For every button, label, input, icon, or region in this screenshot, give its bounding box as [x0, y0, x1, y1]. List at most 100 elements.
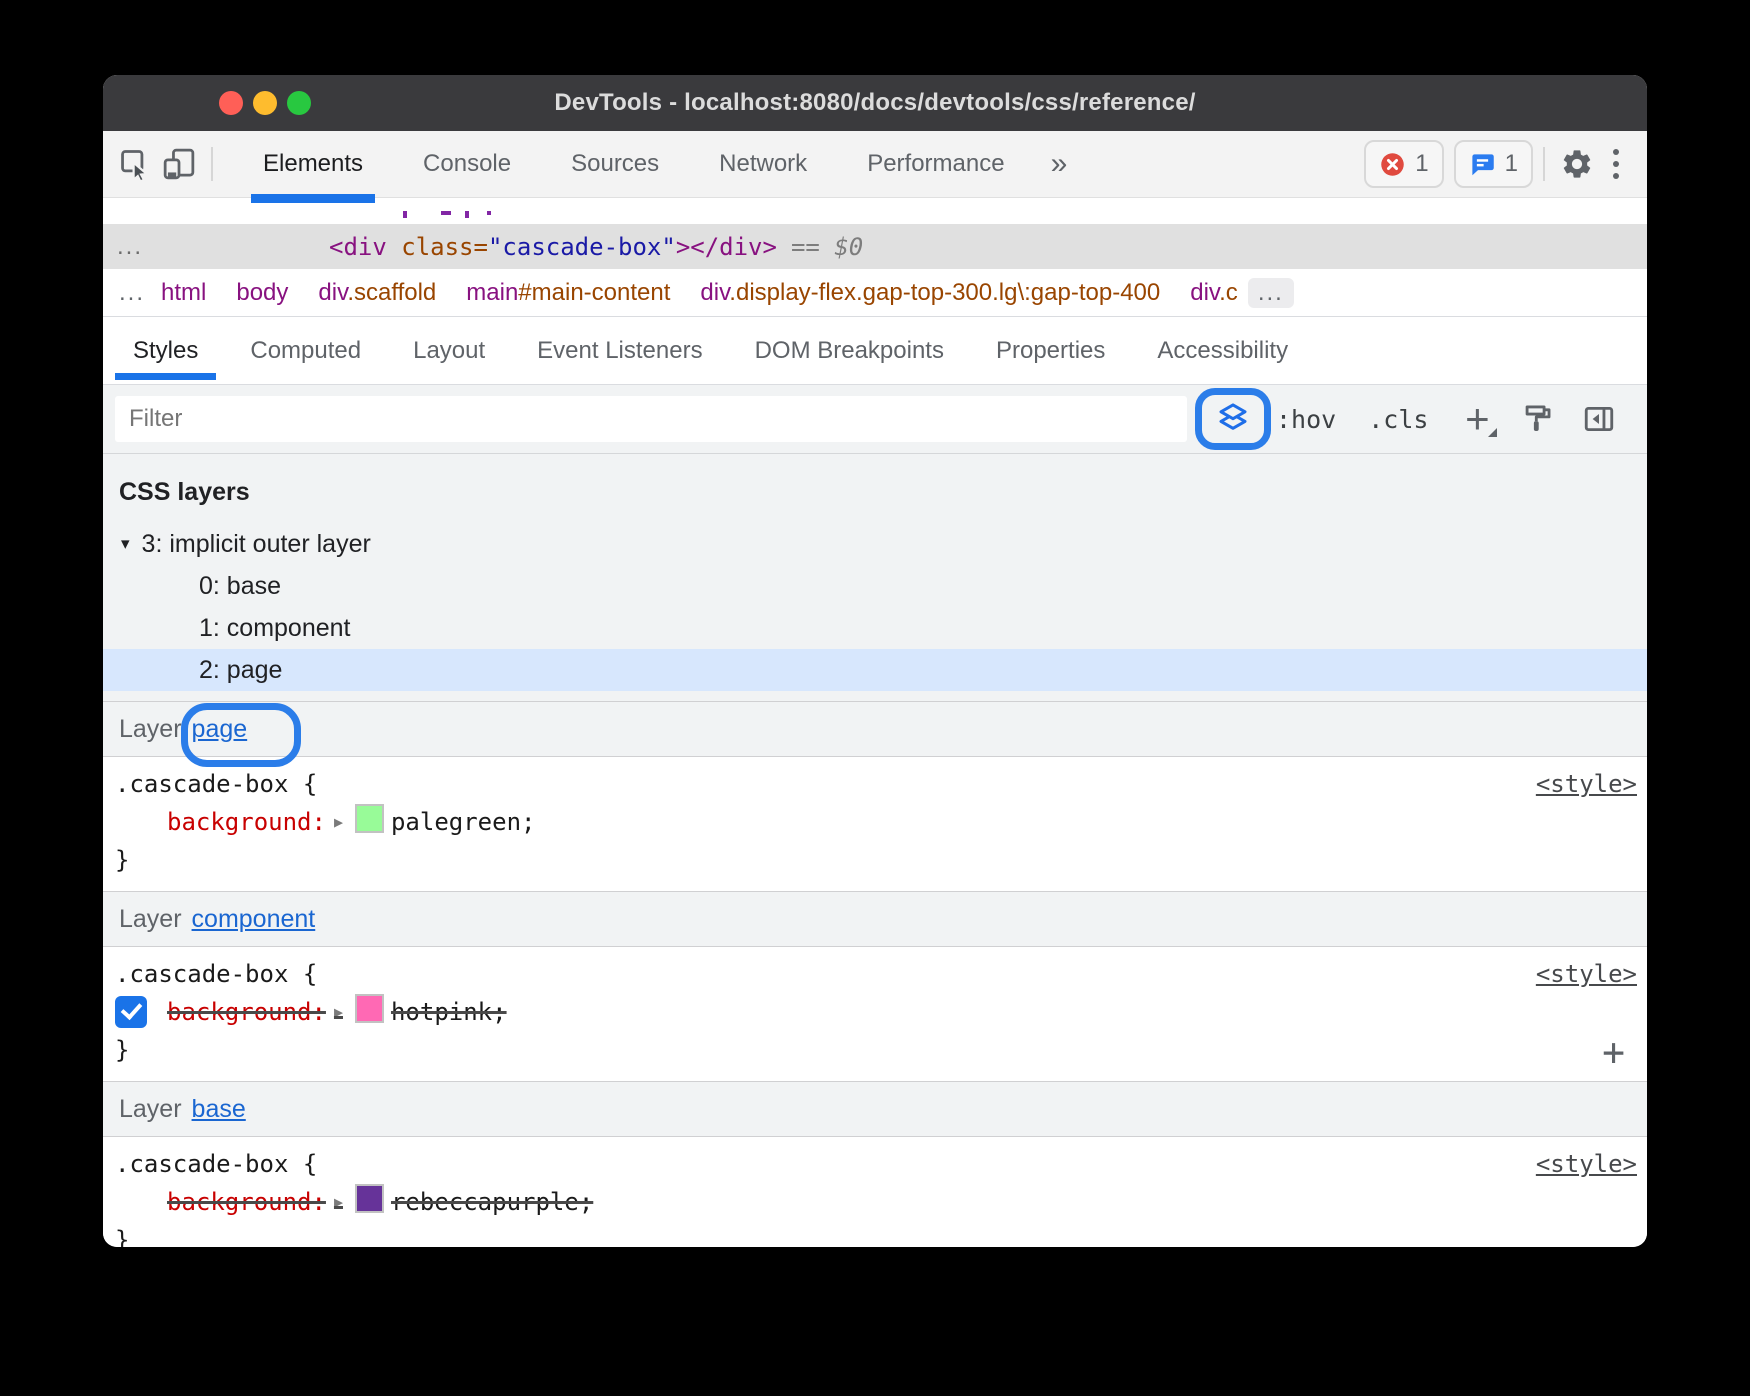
css-property-line[interactable]: background: ▶ hotpink;	[103, 993, 1647, 1031]
device-toolbar-icon	[161, 146, 197, 182]
expand-shorthand-icon[interactable]: ▶	[334, 813, 343, 831]
dollar-zero-hint: $0	[834, 233, 863, 261]
layer-tree-item-component[interactable]: 1: component	[103, 607, 1647, 649]
layer-link-component[interactable]: component	[192, 905, 316, 934]
styles-filter-bar: :hov .cls +	[103, 385, 1647, 454]
show-sidebar-panel-button[interactable]	[1575, 395, 1623, 443]
breadcrumb-item-display-flex[interactable]: div.display-flex.gap-top-300.lg\:gap-top…	[700, 279, 1160, 307]
clipped-text-fragment	[403, 211, 407, 218]
tab-elements[interactable]: Elements	[233, 131, 393, 197]
layer-header-page: Layer page	[103, 701, 1647, 757]
property-value[interactable]: hotpink;	[391, 998, 507, 1026]
breadcrumb-item-body[interactable]: body	[236, 279, 288, 307]
close-window-button[interactable]	[219, 91, 243, 115]
selected-dom-node-row[interactable]: ... <div class="cascade-box"></div>== $0	[103, 224, 1647, 269]
breadcrumb-overflow-right[interactable]: ...	[1248, 278, 1294, 308]
tab-console[interactable]: Console	[393, 131, 541, 197]
layer-link-page[interactable]: page	[192, 715, 248, 744]
toggle-element-state-button[interactable]: :hov	[1263, 405, 1349, 434]
devtools-toolbar: Elements Console Sources Network Perform…	[103, 131, 1647, 198]
css-layers-title: CSS layers	[103, 468, 1647, 523]
layer-header-component: Layer component	[103, 891, 1647, 947]
breadcrumb-item-truncated[interactable]: div.c	[1190, 279, 1238, 307]
toolbar-divider	[1543, 147, 1545, 181]
maximize-window-button[interactable]	[287, 91, 311, 115]
error-count-badge[interactable]: 1	[1364, 140, 1443, 188]
color-swatch[interactable]	[355, 1184, 384, 1213]
toggle-rendering-emulations-button[interactable]	[1513, 395, 1561, 443]
toolbar-divider	[211, 147, 213, 181]
closing-brace: }	[103, 1031, 1647, 1069]
customize-devtools-button[interactable]	[1599, 149, 1633, 179]
tab-computed[interactable]: Computed	[224, 317, 387, 384]
tab-event-listeners[interactable]: Event Listeners	[511, 317, 728, 384]
tab-properties[interactable]: Properties	[970, 317, 1131, 384]
style-source-link[interactable]: <style>	[1536, 1145, 1637, 1183]
styles-filter-input[interactable]	[115, 396, 1187, 442]
tab-styles[interactable]: Styles	[107, 317, 224, 384]
color-swatch[interactable]	[355, 804, 384, 833]
devtools-window: DevTools - localhost:8080/docs/devtools/…	[103, 75, 1647, 1247]
sidebar-toggle-icon	[1582, 402, 1616, 436]
element-classes-button[interactable]: .cls	[1355, 405, 1441, 434]
property-name[interactable]: background:	[167, 1188, 326, 1216]
style-rule-page: .cascade-box { <style> background: ▶ paleg…	[103, 757, 1647, 891]
more-tabs-button[interactable]: »	[1035, 147, 1084, 181]
selected-node-markup[interactable]: <div class="cascade-box"></div>== $0	[329, 233, 863, 261]
property-value[interactable]: palegreen;	[391, 808, 536, 836]
paint-brush-icon	[1520, 402, 1554, 436]
closing-brace: }	[103, 841, 1647, 879]
css-layers-icon	[1215, 401, 1251, 437]
settings-button[interactable]	[1555, 142, 1599, 186]
style-source-link[interactable]: <style>	[1536, 765, 1637, 803]
titlebar: DevTools - localhost:8080/docs/devtools/…	[103, 75, 1647, 131]
closing-brace: }	[103, 1221, 1647, 1247]
layer-tree-item-base[interactable]: 0: base	[103, 565, 1647, 607]
tab-layout[interactable]: Layout	[387, 317, 511, 384]
tab-network[interactable]: Network	[689, 131, 837, 197]
rule-selector[interactable]: .cascade-box {	[115, 955, 317, 993]
window-title: DevTools - localhost:8080/docs/devtools/…	[554, 89, 1195, 117]
style-source-link[interactable]: <style>	[1536, 955, 1637, 993]
property-name[interactable]: background:	[167, 808, 326, 836]
breadcrumb-overflow-left[interactable]: ...	[103, 279, 161, 307]
breadcrumb-item-html[interactable]: html	[161, 279, 206, 307]
clipped-text-fragment	[487, 211, 491, 215]
console-message-icon	[1469, 151, 1496, 178]
styles-pane-tabs: Styles Computed Layout Event Listeners D…	[103, 317, 1647, 385]
breadcrumb-item-scaffold[interactable]: div.scaffold	[318, 279, 436, 307]
layer-link-base[interactable]: base	[192, 1095, 246, 1124]
layer-tree-root[interactable]: ▾ 3: implicit outer layer	[103, 523, 1647, 565]
tab-performance[interactable]: Performance	[837, 131, 1034, 197]
error-icon	[1379, 151, 1406, 178]
property-checkbox[interactable]	[115, 996, 147, 1028]
tab-accessibility[interactable]: Accessibility	[1131, 317, 1314, 384]
clipped-text-fragment	[465, 211, 469, 218]
property-name[interactable]: background:	[167, 998, 326, 1026]
tree-expander-icon[interactable]: ▾	[121, 534, 130, 554]
css-layers-pane: CSS layers ▾ 3: implicit outer layer 0: …	[103, 454, 1647, 701]
expand-shorthand-icon[interactable]: ▶	[334, 1003, 343, 1021]
color-swatch[interactable]	[355, 994, 384, 1023]
breadcrumb-item-main-content[interactable]: main#main-content	[466, 279, 670, 307]
dom-breadcrumb: ... html body div.scaffold main#main-con…	[103, 269, 1647, 317]
rule-selector[interactable]: .cascade-box {	[115, 765, 317, 803]
toggle-device-toolbar-button[interactable]	[157, 142, 201, 186]
style-rule-component: .cascade-box { <style> background: ▶ hotpi…	[103, 947, 1647, 1081]
tab-sources[interactable]: Sources	[541, 131, 689, 197]
hidden-children-indicator[interactable]: ...	[103, 233, 143, 261]
console-message-badge[interactable]: 1	[1454, 140, 1533, 188]
new-style-rule-button[interactable]: +	[1455, 397, 1499, 441]
minimize-window-button[interactable]	[253, 91, 277, 115]
inspect-element-button[interactable]	[113, 142, 157, 186]
expand-shorthand-icon[interactable]: ▶	[334, 1193, 343, 1211]
insert-style-rule-button[interactable]: +	[1602, 1033, 1625, 1071]
toggle-css-layers-button[interactable]	[1209, 395, 1257, 443]
property-value[interactable]: rebeccapurple;	[391, 1188, 593, 1216]
css-property-line[interactable]: background: ▶ palegreen;	[103, 803, 1647, 841]
css-property-line[interactable]: background: ▶ rebeccapurple;	[103, 1183, 1647, 1221]
tab-dom-breakpoints[interactable]: DOM Breakpoints	[729, 317, 970, 384]
clipped-text-fragment	[441, 211, 451, 215]
layer-tree-item-page[interactable]: 2: page	[103, 649, 1647, 691]
rule-selector[interactable]: .cascade-box {	[115, 1145, 317, 1183]
